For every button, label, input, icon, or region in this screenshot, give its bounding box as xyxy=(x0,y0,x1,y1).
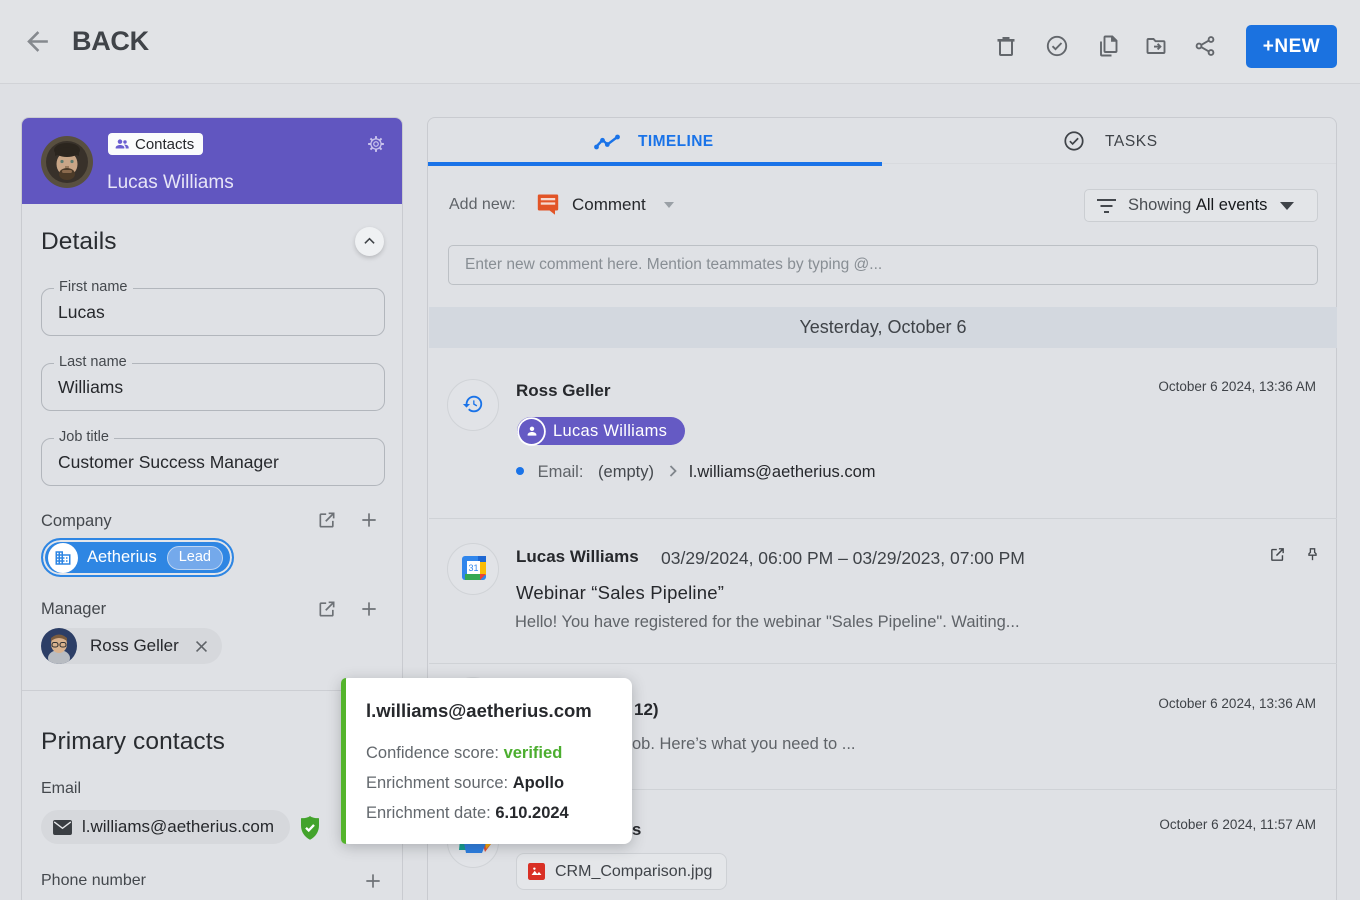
svg-text:31: 31 xyxy=(468,563,478,573)
